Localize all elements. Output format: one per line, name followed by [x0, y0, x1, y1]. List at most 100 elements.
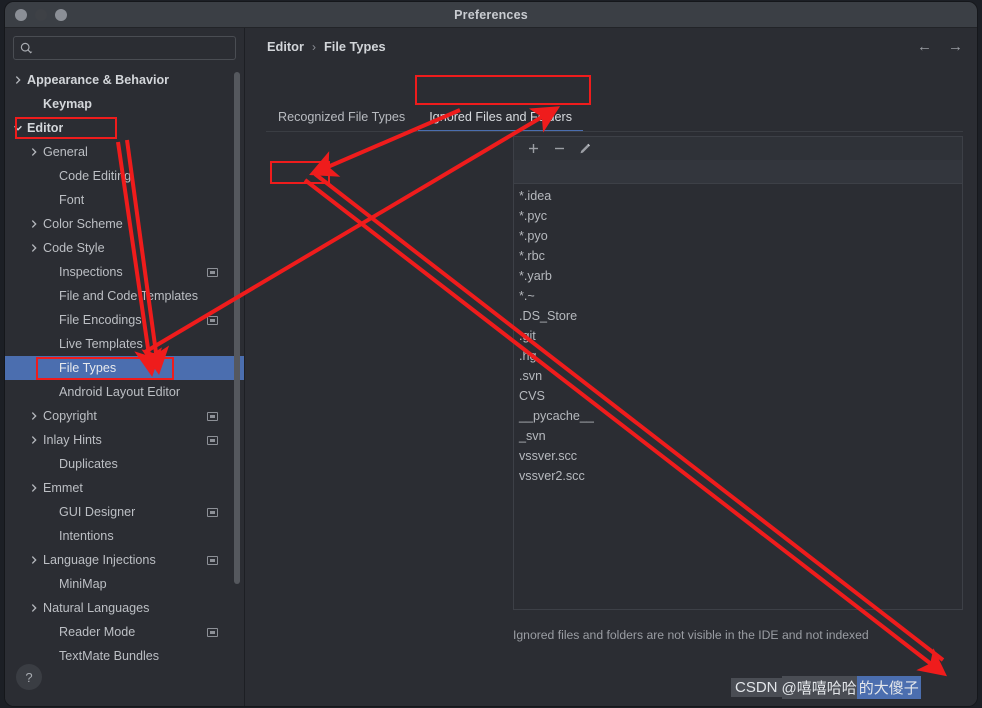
- sidebar-item-emmet[interactable]: Emmet: [5, 476, 244, 500]
- chevron-right-icon[interactable]: [29, 483, 39, 493]
- sidebar-item-code-editing[interactable]: Code Editing: [5, 164, 244, 188]
- chevron-right-icon[interactable]: [29, 219, 39, 229]
- sidebar-item-file-encodings[interactable]: File Encodings: [5, 308, 244, 332]
- sidebar-item-copyright[interactable]: Copyright: [5, 404, 244, 428]
- forward-arrow-icon[interactable]: →: [948, 38, 963, 55]
- sidebar-item-file-and-code-templates[interactable]: File and Code Templates: [5, 284, 244, 308]
- chevron-right-icon[interactable]: [29, 243, 39, 253]
- edit-button[interactable]: [574, 139, 596, 159]
- list-item[interactable]: *.rbc: [514, 246, 962, 266]
- settings-tree[interactable]: Appearance & Behavior Keymap Editor General…: [5, 64, 244, 660]
- sidebar-item-inlay-hints[interactable]: Inlay Hints: [5, 428, 244, 452]
- list-item[interactable]: .DS_Store: [514, 306, 962, 326]
- sidebar-item-language-injections[interactable]: Language Injections: [5, 548, 244, 572]
- list-toolbar: [513, 136, 963, 160]
- sidebar-item-duplicates[interactable]: Duplicates: [5, 452, 244, 476]
- search-icon: [20, 42, 33, 55]
- preferences-window: Preferences Appearance & Behavior Keymap…: [5, 2, 977, 706]
- list-item[interactable]: __pycache__: [514, 406, 962, 426]
- sidebar-item-label: Natural Languages: [43, 601, 150, 615]
- list-item[interactable]: *.~: [514, 286, 962, 306]
- tab-ignored-files-and-folders[interactable]: Ignored Files and Folders: [417, 110, 584, 132]
- sidebar-footer: ?: [5, 660, 244, 706]
- sidebar-item-android-layout-editor[interactable]: Android Layout Editor: [5, 380, 244, 404]
- sidebar-item-gui-designer[interactable]: GUI Designer: [5, 500, 244, 524]
- back-arrow-icon[interactable]: ←: [917, 38, 932, 55]
- project-scope-icon: [207, 315, 218, 325]
- search-box[interactable]: [13, 36, 236, 60]
- sidebar-item-font[interactable]: Font: [5, 188, 244, 212]
- sidebar-item-intentions[interactable]: Intentions: [5, 524, 244, 548]
- list-item[interactable]: *.pyc: [514, 206, 962, 226]
- list-item[interactable]: CVS: [514, 386, 962, 406]
- search-container: [5, 28, 244, 64]
- chevron-right-icon[interactable]: [29, 147, 39, 157]
- sidebar-item-label: Editor: [27, 121, 64, 135]
- navigation-arrows: ← →: [917, 38, 963, 55]
- tab-bar: Recognized File Types Ignored Files and F…: [266, 102, 963, 132]
- list-filter-row[interactable]: [513, 160, 963, 184]
- sidebar-item-natural-languages[interactable]: Natural Languages: [5, 596, 244, 620]
- sidebar-item-editor[interactable]: Editor: [5, 116, 244, 140]
- sidebar-item-textmate-bundles[interactable]: TextMate Bundles: [5, 644, 244, 660]
- sidebar-item-label: Inspections: [59, 265, 123, 279]
- sidebar-item-file-types[interactable]: File Types: [5, 356, 244, 380]
- sidebar-item-live-templates[interactable]: Live Templates: [5, 332, 244, 356]
- sidebar-item-color-scheme[interactable]: Color Scheme: [5, 212, 244, 236]
- watermark-handle: @嘻嘻哈哈: [781, 676, 857, 699]
- sidebar-item-appearance-behavior[interactable]: Appearance & Behavior: [5, 68, 244, 92]
- sidebar-item-label: Reader Mode: [59, 625, 136, 639]
- help-button[interactable]: ?: [16, 664, 42, 690]
- search-input[interactable]: [36, 41, 229, 55]
- chevron-right-icon[interactable]: [29, 603, 39, 613]
- sidebar-item-label: Android Layout Editor: [59, 385, 181, 399]
- tab-bar-divider: [266, 131, 963, 132]
- list-item[interactable]: *.yarb: [514, 266, 962, 286]
- list-item[interactable]: *.idea: [514, 186, 962, 206]
- sidebar-item-label: Font: [59, 193, 85, 207]
- sidebar-item-label: Language Injections: [43, 553, 156, 567]
- breadcrumb-parent[interactable]: Editor: [267, 39, 304, 54]
- chevron-right-icon[interactable]: [29, 555, 39, 565]
- sidebar-item-keymap[interactable]: Keymap: [5, 92, 244, 116]
- chevron-right-icon[interactable]: [13, 75, 23, 85]
- sidebar-item-label: General: [43, 145, 88, 159]
- sidebar-item-general[interactable]: General: [5, 140, 244, 164]
- ignored-files-list[interactable]: *.idea *.pyc *.pyo *.rbc *.yarb *.~ .DS_Store.…: [513, 184, 963, 610]
- sidebar-item-code-style[interactable]: Code Style: [5, 236, 244, 260]
- sidebar-item-label: Live Templates: [59, 337, 143, 351]
- sidebar-item-label: GUI Designer: [59, 505, 136, 519]
- list-item[interactable]: _svn: [514, 426, 962, 446]
- list-item[interactable]: .git: [514, 326, 962, 346]
- list-item[interactable]: .svn: [514, 366, 962, 386]
- list-item[interactable]: vssver2.scc: [514, 466, 962, 486]
- sidebar-item-label: File and Code Templates: [59, 289, 199, 303]
- list-item[interactable]: *.pyo: [514, 226, 962, 246]
- sidebar-item-inspections[interactable]: Inspections: [5, 260, 244, 284]
- sidebar-item-label: Emmet: [43, 481, 83, 495]
- chevron-down-icon[interactable]: [13, 123, 23, 133]
- list-item[interactable]: vssver.scc: [514, 446, 962, 466]
- chevron-right-icon[interactable]: [29, 435, 39, 445]
- remove-button[interactable]: [548, 139, 570, 159]
- sidebar-item-label: TextMate Bundles: [59, 649, 160, 660]
- project-scope-icon: [207, 411, 218, 421]
- add-button[interactable]: [522, 139, 544, 159]
- chevron-right-icon[interactable]: [29, 411, 39, 421]
- sidebar-item-minimap[interactable]: MiniMap: [5, 572, 244, 596]
- sidebar-scrollbar[interactable]: [234, 72, 240, 584]
- window-title-bar: Preferences: [5, 2, 977, 28]
- sidebar-item-reader-mode[interactable]: Reader Mode: [5, 620, 244, 644]
- list-item[interactable]: .hg: [514, 346, 962, 366]
- tab-recognized-file-types[interactable]: Recognized File Types: [266, 110, 417, 132]
- sidebar-item-label: Color Scheme: [43, 217, 123, 231]
